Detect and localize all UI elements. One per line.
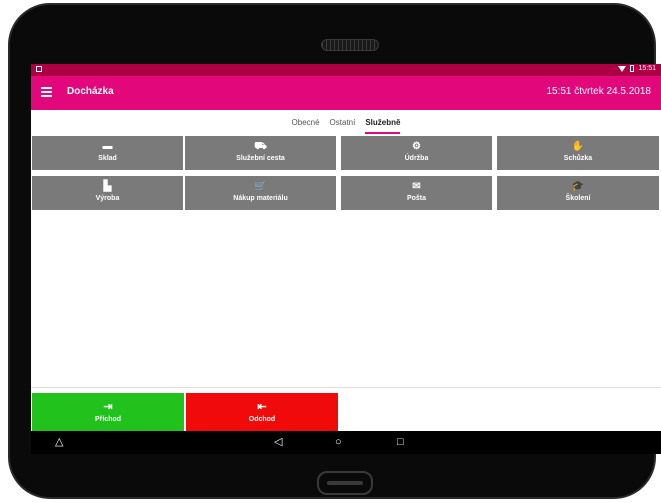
car-icon: ⛟ [254,141,267,152]
departure-label: Odchod [248,416,276,423]
tile-skoleni[interactable]: 🎓 Školení [497,176,659,210]
nav-back-icon[interactable]: ◁ [274,436,282,448]
tile-label: Pošta [406,195,427,202]
tile-udrzba[interactable]: ⚙ Údržba [341,136,492,170]
tab-obecne[interactable]: Obecné [292,110,320,127]
app-bar: Docházka 15:51 čtvrtek 24.5.2018 [31,76,661,110]
tile-posta[interactable]: ✉ Pošta [341,176,492,210]
tab-sluzebne[interactable]: Služebně [365,110,401,134]
tile-label: Výroba [95,195,120,202]
arrival-label: Příchod [94,416,122,423]
departure-button[interactable]: ⇤ Odchod [186,393,338,431]
arrival-button[interactable]: ⇥ Příchod [32,393,184,431]
current-datetime: 15:51 čtvrtek 24.5.2018 [546,86,651,97]
status-time: 15:51 [638,65,656,72]
nav-recents-icon[interactable]: □ [397,436,404,448]
wifi-icon [618,65,627,72]
notification-icon [36,66,42,72]
android-nav-bar: △ ◁ ○ □ [31,431,661,454]
tile-nakup-materialu[interactable]: 🛒 Nákup materiálu [185,176,336,210]
battery-icon [630,65,635,72]
graduation-cap-icon: 🎓 [571,181,585,192]
box-icon: ▬ [102,141,113,152]
nav-home-icon[interactable]: ○ [335,436,342,448]
tab-bar: Obecné Ostatní Služebně [31,110,661,134]
speaker-grille [321,39,379,51]
cart-icon: 🛒 [254,181,267,192]
gears-icon: ⚙ [412,141,421,152]
nav-home-triangle-icon[interactable]: △ [55,436,63,448]
envelope-icon: ✉ [412,181,421,192]
hardware-home-button[interactable] [317,471,373,495]
screen: 15:51 Docházka 15:51 čtvrtek 24.5.2018 O… [31,64,661,454]
tile-label: Sklad [98,155,117,162]
tile-sluzebni-cesta[interactable]: ⛟ Služební cesta [185,136,336,170]
sign-in-icon: ⇥ [103,401,113,413]
tab-ostatni[interactable]: Ostatní [330,110,356,127]
tile-label: Služební cesta [236,155,285,162]
tile-label: Údržba [404,155,429,162]
tile-vyroba[interactable]: ▙ Výroba [32,176,183,210]
tile-label: Nákup materiálu [233,195,288,202]
tile-label: Schůzka [563,155,593,162]
tile-schuzka[interactable]: ✋ Schůzka [497,136,659,170]
status-bar: 15:51 [31,64,661,76]
factory-icon: ▙ [103,181,112,192]
tile-label: Školení [565,195,591,202]
divider [31,387,661,388]
hamburger-menu-icon[interactable] [41,87,52,97]
tile-sklad[interactable]: ▬ Sklad [32,136,183,170]
sign-out-icon: ⇤ [257,401,267,413]
handshake-icon: ✋ [571,141,585,152]
app-title: Docházka [67,86,114,97]
